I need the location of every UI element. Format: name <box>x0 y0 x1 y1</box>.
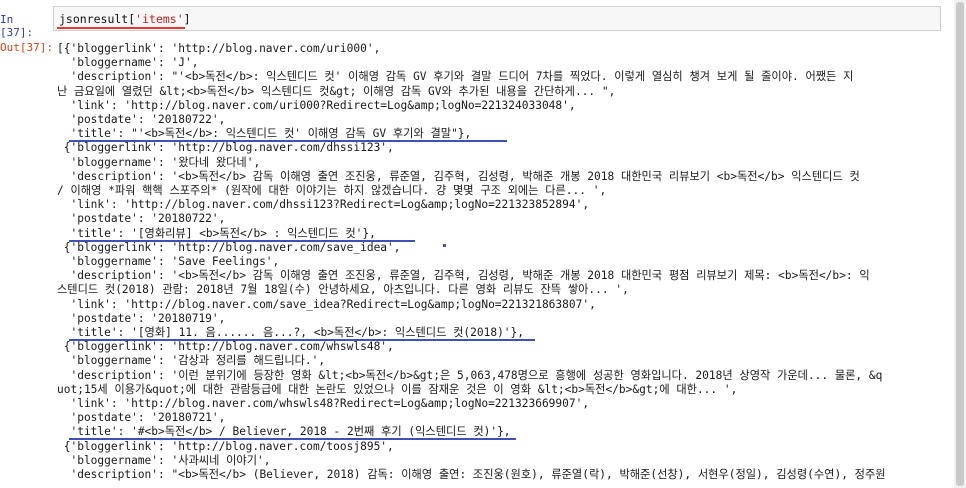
output-line: 'postdate': '20180722', <box>57 113 226 126</box>
output-line: 'title': '#<b>독전</b> / Believer, 2018 - … <box>57 425 511 439</box>
output-line: {'bloggerlink': 'http://blog.naver.com/w… <box>57 340 394 354</box>
output-line: 'postdate': '20180719', <box>57 311 226 325</box>
output-line: 난 금요일에 열렸던 &lt;<b>독전</b> 익스텐디드 컷&gt; 이해영… <box>57 84 616 98</box>
blue-underline-annotation <box>69 140 507 143</box>
code-text[interactable]: jsonresult['items'] <box>59 12 191 26</box>
code-bracket: ] <box>183 12 191 26</box>
output-line: 'bloggername': 'J', <box>57 56 199 70</box>
output-line: 'description': '이런 분위기에 등장한 영화 &lt;<b>독전… <box>57 368 883 382</box>
output-line: 'link': 'http://blog.naver.com/save_idea… <box>57 297 596 311</box>
output-line: uot;15세 이용가&quot;에 대한 관람등급에 대한 논란도 있었으나 … <box>57 382 738 396</box>
output-line: / 이해영 *파워 핵핵 스포주의* (원작에 대한 이야기는 하지 않겠습니다… <box>57 184 607 197</box>
vertical-scrollbar[interactable] <box>954 0 966 488</box>
blue-underline-annotation <box>69 339 535 341</box>
output-line: 'description': '<b>독전</b> 감독 이해영 출연 조진웅,… <box>57 269 870 283</box>
output-line: [{'bloggerlink': 'http://blog.naver.com/… <box>57 42 381 55</box>
output-prompt: Out[37]: <box>0 41 53 54</box>
output-line: 'link': 'http://blog.naver.com/whswls48?… <box>57 397 590 410</box>
output-line: 'title': '[영화리뷰] <b>독전</b> : 익스텐디드 컷'}, <box>57 226 376 240</box>
code-string-key: 'items' <box>135 12 184 26</box>
red-underline-annotation <box>57 27 185 29</box>
output-line: {'bloggerlink': 'http://blog.naver.com/d… <box>57 141 394 155</box>
blue-underline-annotation <box>69 438 516 441</box>
output-line: 'description': "<b>독전</b> (Believer, 201… <box>57 468 886 481</box>
code-input-cell[interactable]: jsonresult['items'] <box>53 6 941 31</box>
output-line: 'title': '[영화] 11. 음...... 음...?, <b>독전<… <box>57 326 525 339</box>
output-line: 'bloggername': 'Save Feelings', <box>57 255 280 268</box>
output-line: 'bloggername': '왔다네 왔다네', <box>57 155 261 169</box>
output-line: 'link': 'http://blog.naver.com/uri000?Re… <box>57 98 576 112</box>
output-line: {'bloggerlink': 'http://blog.naver.com/s… <box>57 240 401 254</box>
input-prompt: In [37]: <box>0 13 34 39</box>
scrollbar-thumb[interactable] <box>956 2 964 486</box>
output-line: 'description': '<b>독전</b> 감독 이해영 출연 조진웅,… <box>57 169 860 183</box>
output-line: 'postdate': '20180721', <box>57 411 226 425</box>
output-line: 'postdate': '20180722', <box>57 212 226 226</box>
output-line: 'link': 'http://blog.naver.com/dhssi123?… <box>57 198 590 212</box>
output-line: {'bloggerlink': 'http://blog.naver.com/t… <box>57 439 394 453</box>
output-line: 스텐디드 컷(2018) 관람: 2018년 7월 18일(수) 안녕하세요, … <box>57 283 629 297</box>
blue-dot-mark <box>443 244 446 247</box>
output-line: 'bloggername': '감상과 정리를 해드립니다.', <box>57 354 326 368</box>
code-variable: jsonresult[ <box>59 12 136 26</box>
output-area: [{'bloggerlink': 'http://blog.naver.com/… <box>57 42 957 488</box>
output-line: 'title': "'<b>독전</b>: 익스텐디드 컷' 이해영 감독 GV… <box>57 127 472 141</box>
output-line: 'bloggername': '사과씨네 이야기', <box>57 453 271 467</box>
blue-underline-annotation <box>69 239 415 242</box>
output-line: 'description': "'<b>독전</b>: 익스텐디드 컷' 이해영… <box>57 70 854 84</box>
